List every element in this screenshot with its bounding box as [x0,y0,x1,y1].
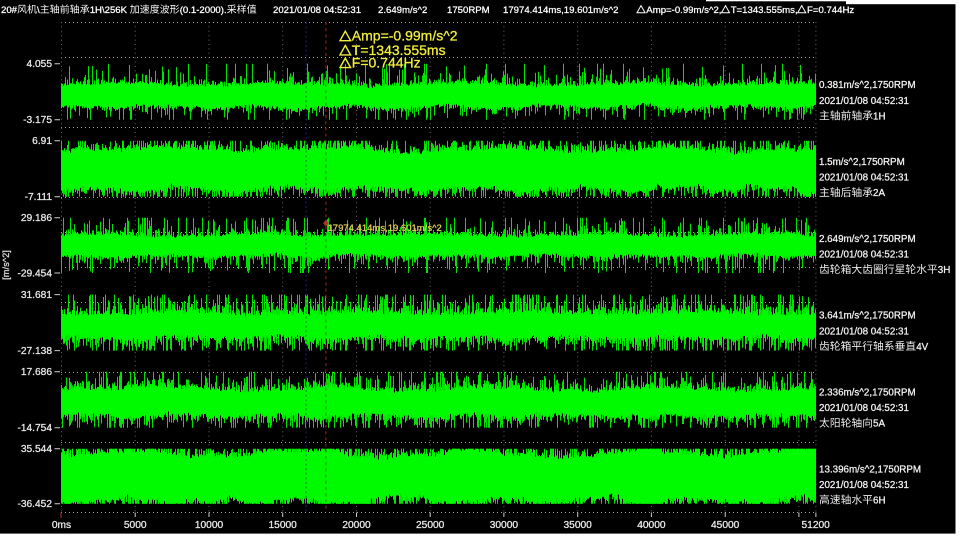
svg-text:6.91: 6.91 [32,136,52,147]
svg-text:2021/01/08 04:52:31: 2021/01/08 04:52:31 [819,326,909,337]
svg-text:2021/01/08 04:52:31: 2021/01/08 04:52:31 [819,173,909,184]
svg-text:2021/01/08 04:52:31: 2021/01/08 04:52:31 [819,250,909,261]
svg-text:20#: 20# [1,5,18,16]
svg-text:Amp=-0.99m/s^2,: Amp=-0.99m/s^2, [646,5,721,16]
svg-text:-14.754: -14.754 [17,423,52,434]
svg-text:F=0.744Hz: F=0.744Hz [807,5,854,16]
svg-text:2A: 2A [873,188,885,199]
svg-text:2021/01/08 04:52:31: 2021/01/08 04:52:31 [819,480,909,491]
svg-text:0.381m/s^2,1750RPM: 0.381m/s^2,1750RPM [819,80,916,91]
svg-text:25000: 25000 [416,520,445,531]
svg-text:2021/01/08 04:52:31: 2021/01/08 04:52:31 [819,96,909,107]
svg-text:[m/s^2]: [m/s^2] [1,250,11,280]
svg-text:0ms: 0ms [52,520,71,531]
svg-text:5A: 5A [873,419,885,430]
svg-text:4V: 4V [916,342,928,353]
svg-text:1H\256K: 1H\256K [90,5,128,16]
svg-text:17.686: 17.686 [21,367,52,378]
svg-text:45000: 45000 [711,520,740,531]
svg-text:4.055: 4.055 [27,59,53,70]
svg-text:1750RPM: 1750RPM [447,5,490,16]
svg-text:29.186: 29.186 [21,213,52,224]
svg-text:35000: 35000 [564,520,593,531]
svg-text:17974.414ms,19.601m/s^2: 17974.414ms,19.601m/s^2 [328,223,442,234]
svg-text:51200: 51200 [802,520,831,531]
svg-text:(0.1-2000).: (0.1-2000). [180,5,227,16]
svg-text:5000: 5000 [124,520,147,531]
svg-text:35.544: 35.544 [21,444,52,455]
svg-text:10000: 10000 [195,520,224,531]
svg-text:3H: 3H [938,265,951,276]
svg-text:3.641m/s^2,1750RPM: 3.641m/s^2,1750RPM [819,311,916,322]
svg-text:1.5m/s^2,1750RPM: 1.5m/s^2,1750RPM [819,157,905,168]
svg-text:-29.454: -29.454 [17,268,52,279]
svg-text:30000: 30000 [490,520,519,531]
svg-text:2021/01/08 04:52:31: 2021/01/08 04:52:31 [273,5,361,16]
svg-text:T=1343.555ms,: T=1343.555ms, [731,5,798,16]
svg-text:-27.138: -27.138 [17,346,52,357]
svg-text:15000: 15000 [269,520,298,531]
svg-text:20000: 20000 [342,520,371,531]
svg-text:2021/01/08 04:52:31: 2021/01/08 04:52:31 [819,403,909,414]
svg-text:17974.414ms,19.601m/s^2: 17974.414ms,19.601m/s^2 [503,5,618,16]
svg-text:F=0.744Hz: F=0.744Hz [352,55,421,71]
svg-text:6H: 6H [873,496,886,507]
svg-text:1H: 1H [873,111,886,122]
svg-text:31.681: 31.681 [21,290,52,301]
svg-text:13.396m/s^2,1750RPM: 13.396m/s^2,1750RPM [819,464,921,475]
svg-text:40000: 40000 [637,520,666,531]
svg-text:2.649m/s^2,1750RPM: 2.649m/s^2,1750RPM [819,234,916,245]
svg-text:-36.452: -36.452 [17,499,52,510]
svg-text:2.649m/s^2: 2.649m/s^2 [378,5,427,16]
svg-text:-7.111: -7.111 [25,192,53,203]
svg-text:-3.175: -3.175 [23,115,52,126]
svg-text:\: \ [37,5,40,16]
svg-text:2.336m/s^2,1750RPM: 2.336m/s^2,1750RPM [819,388,916,399]
